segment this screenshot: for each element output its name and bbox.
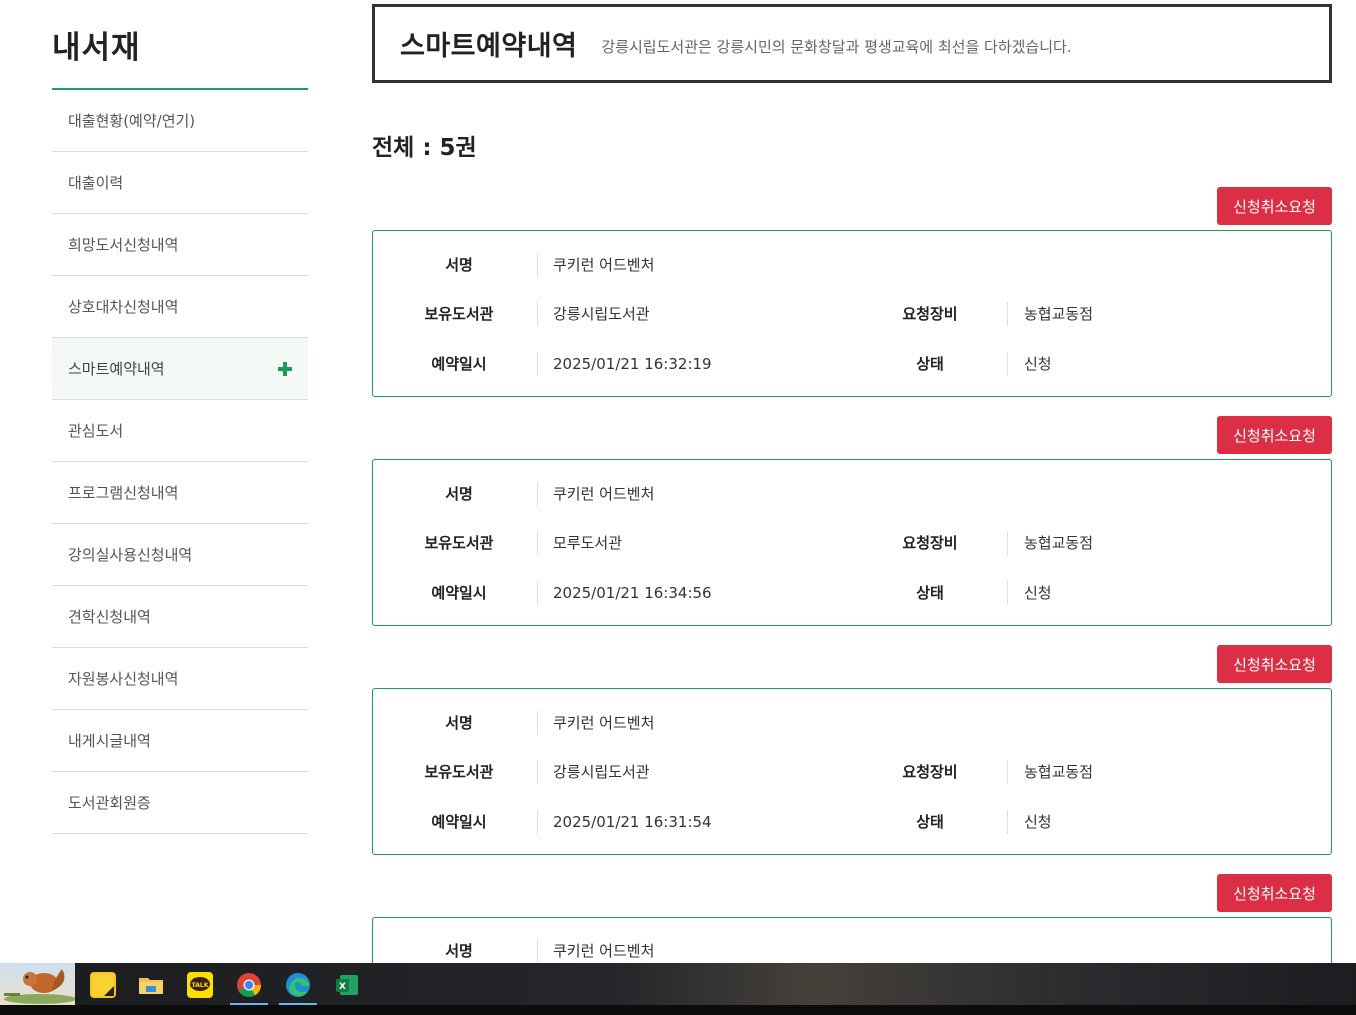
sidebar-item-interlibrary-loan[interactable]: 상호대차신청내역 — [52, 276, 308, 338]
datetime-value: 2025/01/21 16:32:19 — [553, 355, 712, 373]
sidebar-item-programs[interactable]: 프로그램신청내역 — [52, 462, 308, 524]
sidebar-item-field-trip[interactable]: 견학신청내역 — [52, 586, 308, 648]
reservation-card: 서명 쿠키런 어드벤처 보유도서관 강릉시립도서관 요청장비 농협교동점 예약일… — [372, 688, 1332, 855]
cancel-request-button[interactable]: 신청취소요청 — [1217, 416, 1332, 454]
datetime-value: 2025/01/21 16:31:54 — [553, 813, 712, 831]
sidebar-item-label: 도서관회원증 — [68, 794, 151, 812]
sidebar-item-my-posts[interactable]: 내게시글내역 — [52, 710, 308, 772]
squirrel-start-icon[interactable] — [0, 963, 76, 1005]
device-label: 요청장비 — [902, 305, 958, 323]
device-value: 농협교동점 — [1024, 305, 1094, 323]
file-explorer-icon[interactable] — [138, 972, 164, 998]
device-value: 농협교동점 — [1024, 763, 1094, 781]
sidebar-item-label: 희망도서신청내역 — [68, 236, 179, 254]
sidebar: 내서재 대출현황(예약/연기) 대출이력 희망도서신청내역 상호대차신청내역 스… — [52, 0, 308, 834]
datetime-value: 2025/01/21 16:34:56 — [553, 584, 712, 602]
edge-icon[interactable] — [285, 972, 311, 998]
sidebar-item-label: 스마트예약내역 — [68, 360, 165, 378]
sticky-notes-icon[interactable] — [90, 972, 116, 998]
sidebar-item-volunteer[interactable]: 자원봉사신청내역 — [52, 648, 308, 710]
sidebar-item-label: 프로그램신청내역 — [68, 484, 179, 502]
sidebar-item-label: 관심도서 — [68, 422, 124, 440]
status-value: 신청 — [1024, 813, 1052, 831]
sidebar-item-label: 견학신청내역 — [68, 608, 151, 626]
library-value: 강릉시립도서관 — [553, 305, 650, 323]
cancel-request-button[interactable]: 신청취소요청 — [1217, 645, 1332, 683]
library-label: 보유도서관 — [424, 305, 494, 323]
book-title: 쿠키런 어드벤처 — [553, 942, 655, 960]
title-label: 서명 — [445, 942, 473, 960]
status-label: 상태 — [916, 355, 944, 373]
excel-label: X — [339, 982, 346, 992]
sidebar-item-wish-books[interactable]: 희망도서신청내역 — [52, 214, 308, 276]
sidebar-item-loan-status[interactable]: 대출현황(예약/연기) — [52, 90, 308, 152]
device-label: 요청장비 — [902, 763, 958, 781]
datetime-label: 예약일시 — [431, 355, 487, 373]
total-count: 전체 : 5권 — [372, 135, 477, 161]
title-label: 서명 — [445, 714, 473, 732]
library-label: 보유도서관 — [424, 534, 494, 552]
page-subtitle: 강릉시립도서관은 강릉시민의 문화창달과 평생교육에 최선을 다하겠습니다. — [601, 38, 1072, 56]
datetime-label: 예약일시 — [431, 584, 487, 602]
book-title: 쿠키런 어드벤처 — [553, 256, 655, 274]
library-label: 보유도서관 — [424, 763, 494, 781]
kakaotalk-icon[interactable]: TALK — [187, 972, 213, 998]
device-label: 요청장비 — [902, 534, 958, 552]
status-label: 상태 — [916, 584, 944, 602]
datetime-label: 예약일시 — [431, 813, 487, 831]
book-title: 쿠키런 어드벤처 — [553, 485, 655, 503]
cancel-request-button[interactable]: 신청취소요청 — [1217, 874, 1332, 912]
sidebar-item-classroom-rental[interactable]: 강의실사용신청내역 — [52, 524, 308, 586]
sidebar-item-label: 강의실사용신청내역 — [68, 546, 193, 564]
cancel-request-button[interactable]: 신청취소요청 — [1217, 187, 1332, 225]
sidebar-menu: 대출현황(예약/연기) 대출이력 희망도서신청내역 상호대차신청내역 스마트예약… — [52, 90, 308, 834]
sidebar-item-label: 내게시글내역 — [68, 732, 151, 750]
sidebar-item-label: 대출현황(예약/연기) — [68, 112, 196, 130]
reservation-card: 서명 쿠키런 어드벤처 보유도서관 강릉시립도서관 요청장비 농협교동점 예약일… — [372, 230, 1332, 397]
sidebar-item-member-card[interactable]: 도서관회원증 — [52, 772, 308, 834]
library-value: 모루도서관 — [553, 534, 623, 552]
page-header: 스마트예약내역 강릉시립도서관은 강릉시민의 문화창달과 평생교육에 최선을 다… — [372, 4, 1332, 83]
status-value: 신청 — [1024, 355, 1052, 373]
device-value: 농협교동점 — [1024, 534, 1094, 552]
sidebar-item-favorite-books[interactable]: 관심도서 — [52, 400, 308, 462]
sidebar-item-label: 상호대차신청내역 — [68, 298, 179, 316]
chrome-icon[interactable] — [236, 972, 262, 998]
page-title: 스마트예약내역 — [400, 31, 578, 62]
sidebar-item-label: 자원봉사신청내역 — [68, 670, 179, 688]
sidebar-title: 내서재 — [52, 0, 308, 90]
reservation-card: 서명 쿠키런 어드벤처 보유도서관 모루도서관 요청장비 농협교동점 예약일시 … — [372, 459, 1332, 626]
sidebar-item-label: 대출이력 — [68, 174, 124, 192]
sidebar-item-smart-reservation[interactable]: 스마트예약내역 — [52, 338, 308, 400]
excel-icon[interactable]: X — [334, 972, 360, 998]
taskbar-bottom-strip — [0, 1005, 1356, 1015]
title-label: 서명 — [445, 256, 473, 274]
status-value: 신청 — [1024, 584, 1052, 602]
book-title: 쿠키런 어드벤처 — [553, 714, 655, 732]
title-label: 서명 — [445, 485, 473, 503]
plus-icon — [278, 361, 292, 376]
library-value: 강릉시립도서관 — [553, 763, 650, 781]
sidebar-item-loan-history[interactable]: 대출이력 — [52, 152, 308, 214]
kakaotalk-label: TALK — [192, 982, 209, 989]
status-label: 상태 — [916, 813, 944, 831]
